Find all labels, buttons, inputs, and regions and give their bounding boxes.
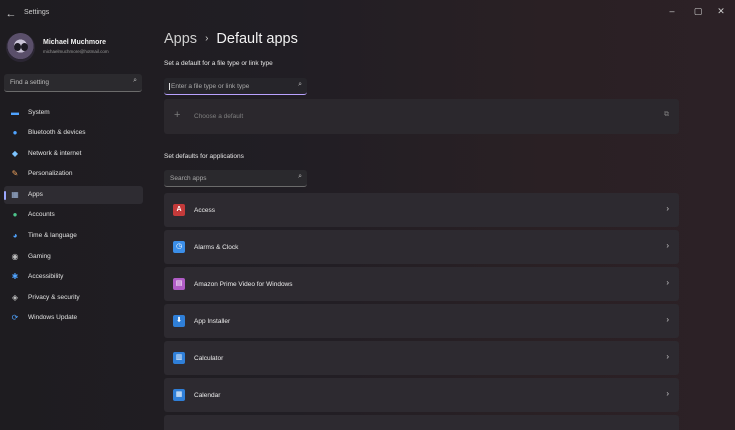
calculator-icon: ▥ bbox=[173, 352, 185, 364]
close-button[interactable]: ✕ bbox=[709, 3, 733, 19]
chevron-right-icon: › bbox=[666, 389, 669, 398]
user-name: Michael Muchmore bbox=[43, 39, 107, 46]
shield-icon: ◈ bbox=[11, 293, 19, 302]
sidebar-item-label: Privacy & security bbox=[28, 294, 80, 301]
brush-icon: ✎ bbox=[11, 169, 19, 178]
title-bar: ← Settings – ▢ ✕ bbox=[0, 0, 735, 28]
chevron-right-icon: › bbox=[205, 33, 209, 44]
sidebar-item-gaming[interactable]: ◉ Gaming bbox=[4, 248, 143, 266]
apps-section-label: Set defaults for applications bbox=[164, 153, 244, 160]
sidebar-item-privacy-security[interactable]: ◈ Privacy & security bbox=[4, 289, 143, 307]
app-row-app-installer[interactable]: ⬇ App Installer › bbox=[164, 304, 679, 338]
breadcrumb: Apps › Default apps bbox=[164, 31, 298, 47]
minimize-button[interactable]: – bbox=[660, 3, 684, 19]
sidebar-item-label: Personalization bbox=[28, 170, 73, 177]
prime-video-icon: ▤ bbox=[173, 278, 185, 290]
search-icon[interactable]: ⌕ bbox=[298, 173, 302, 181]
sidebar: Michael Muchmore michaelmuchmore@hotmail… bbox=[0, 28, 152, 430]
active-indicator bbox=[4, 191, 6, 200]
app-name: Calculator bbox=[194, 355, 224, 362]
find-setting-placeholder: Find a setting bbox=[10, 79, 50, 86]
wifi-icon: ◆ bbox=[11, 149, 19, 158]
maximize-button[interactable]: ▢ bbox=[686, 3, 710, 19]
choose-default-label: Choose a default bbox=[194, 113, 244, 120]
access-icon: A bbox=[173, 204, 185, 216]
app-installer-icon: ⬇ bbox=[173, 315, 185, 327]
search-icon[interactable]: ⌕ bbox=[298, 81, 302, 89]
chevron-right-icon: › bbox=[666, 315, 669, 324]
app-name: Access bbox=[194, 207, 215, 214]
open-external-icon: ⧉ bbox=[664, 111, 669, 118]
app-row-amazon-prime-video[interactable]: ▤ Amazon Prime Video for Windows › bbox=[164, 267, 679, 301]
find-setting-input[interactable]: Find a setting ⌕ bbox=[4, 74, 142, 92]
apps-icon: ▦ bbox=[11, 190, 19, 199]
user-email: michaelmuchmore@hotmail.com bbox=[43, 49, 109, 54]
app-row-alarms-clock[interactable]: ◷ Alarms & Clock › bbox=[164, 230, 679, 264]
avatar-eye-left bbox=[14, 43, 21, 51]
sidebar-item-label: Network & internet bbox=[28, 150, 82, 157]
sidebar-item-network[interactable]: ◆ Network & internet bbox=[4, 145, 143, 163]
chevron-right-icon: › bbox=[666, 241, 669, 250]
app-row-calendar[interactable]: ▦ Calendar › bbox=[164, 378, 679, 412]
globe-clock-icon: ◕ bbox=[12, 231, 18, 240]
sidebar-item-windows-update[interactable]: ⟳ Windows Update bbox=[4, 309, 143, 327]
accessibility-icon: ✱ bbox=[11, 272, 19, 281]
app-name: Calendar bbox=[194, 392, 221, 399]
alarm-clock-icon: ◷ bbox=[173, 241, 185, 253]
app-row-partial[interactable] bbox=[164, 415, 679, 430]
chevron-right-icon: › bbox=[666, 352, 669, 361]
filetype-placeholder: Enter a file type or link type bbox=[169, 83, 250, 90]
breadcrumb-root[interactable]: Apps bbox=[164, 31, 197, 47]
sidebar-item-label: Bluetooth & devices bbox=[28, 129, 86, 136]
app-row-calculator[interactable]: ▥ Calculator › bbox=[164, 341, 679, 375]
app-name: App Installer bbox=[194, 318, 231, 325]
chevron-right-icon: › bbox=[666, 204, 669, 213]
sidebar-item-label: Accessibility bbox=[28, 273, 64, 280]
sidebar-item-apps[interactable]: ▦ Apps bbox=[4, 186, 143, 204]
window-title: Settings bbox=[24, 9, 50, 16]
sidebar-item-label: Accounts bbox=[28, 211, 55, 218]
chevron-right-icon: › bbox=[666, 278, 669, 287]
sidebar-item-label: Apps bbox=[28, 191, 43, 198]
choose-default-row: + Choose a default ⧉ bbox=[164, 99, 679, 134]
controller-icon: ◉ bbox=[11, 252, 19, 261]
back-button[interactable]: ← bbox=[4, 7, 18, 21]
sidebar-item-label: Gaming bbox=[28, 253, 51, 260]
search-apps-input[interactable]: Search apps ⌕ bbox=[164, 170, 307, 187]
sidebar-item-system[interactable]: ▬ System bbox=[4, 104, 143, 122]
app-name: Alarms & Clock bbox=[194, 244, 239, 251]
filetype-input[interactable]: Enter a file type or link type ⌕ bbox=[164, 78, 307, 95]
sidebar-item-time-language[interactable]: ◕ Time & language bbox=[4, 227, 143, 245]
search-icon[interactable]: ⌕ bbox=[133, 77, 137, 85]
update-icon: ⟳ bbox=[11, 313, 19, 322]
sidebar-item-bluetooth[interactable]: ● Bluetooth & devices bbox=[4, 124, 143, 142]
sidebar-item-accounts[interactable]: ● Accounts bbox=[4, 206, 143, 224]
sidebar-item-personalization[interactable]: ✎ Personalization bbox=[4, 165, 143, 183]
search-apps-placeholder: Search apps bbox=[170, 175, 207, 182]
monitor-icon: ▬ bbox=[11, 108, 19, 117]
settings-window: ← Settings – ▢ ✕ Michael Muchmore michae… bbox=[0, 0, 735, 430]
avatar[interactable] bbox=[6, 33, 35, 62]
main-content: Apps › Default apps Set a default for a fi… bbox=[164, 28, 684, 430]
app-row-access[interactable]: A Access › bbox=[164, 193, 679, 227]
person-icon: ● bbox=[12, 210, 18, 219]
calendar-icon: ▦ bbox=[173, 389, 185, 401]
filetype-section-label: Set a default for a file type or link ty… bbox=[164, 60, 273, 67]
sidebar-item-label: Time & language bbox=[28, 232, 77, 239]
app-name: Amazon Prime Video for Windows bbox=[194, 281, 293, 288]
sidebar-item-label: System bbox=[28, 109, 50, 116]
avatar-eye-right bbox=[21, 43, 28, 51]
page-title: Default apps bbox=[216, 31, 298, 47]
sidebar-item-accessibility[interactable]: ✱ Accessibility bbox=[4, 268, 143, 286]
plus-icon: + bbox=[174, 109, 181, 121]
sidebar-item-label: Windows Update bbox=[28, 314, 78, 321]
bluetooth-icon: ● bbox=[12, 128, 18, 137]
